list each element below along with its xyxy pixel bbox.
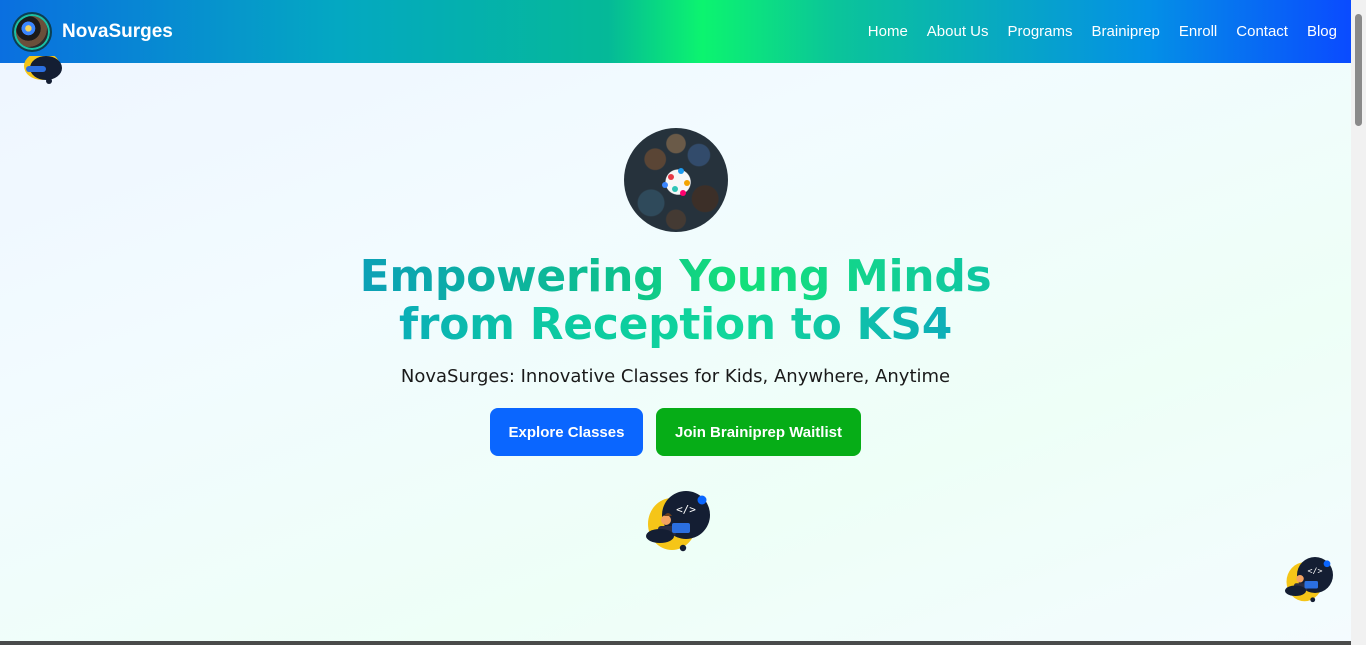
nav-link-brainiprep[interactable]: Brainiprep <box>1092 23 1160 40</box>
nav-link-home[interactable]: Home <box>868 23 908 40</box>
hero-section: Empowering Young Minds from Reception to… <box>0 63 1351 645</box>
coder-illustration-icon: </> <box>642 490 714 560</box>
nav-link-contact[interactable]: Contact <box>1236 23 1288 40</box>
bottom-divider <box>0 641 1351 645</box>
join-brainiprep-waitlist-button[interactable]: Join Brainiprep Waitlist <box>656 408 861 456</box>
nav-link-enroll[interactable]: Enroll <box>1179 23 1217 40</box>
page-viewport: NovaSurges Home About Us Programs Braini… <box>0 0 1351 645</box>
code-glyph-small: </> <box>1308 566 1323 576</box>
floating-coder-icon[interactable]: </> <box>1282 556 1336 610</box>
scrollbar-thumb[interactable] <box>1355 14 1362 126</box>
brand[interactable]: NovaSurges <box>12 11 173 52</box>
code-glyph: </> <box>676 503 696 516</box>
brand-logo-icon[interactable] <box>12 11 52 52</box>
hero-title-line-2: from Reception to KS4 <box>0 301 1351 349</box>
nav-links: Home About Us Programs Brainiprep Enroll… <box>868 23 1337 40</box>
explore-classes-button[interactable]: Explore Classes <box>490 408 643 456</box>
nav-link-programs[interactable]: Programs <box>1008 23 1073 40</box>
hero-buttons: Explore Classes Join Brainiprep Waitlist <box>490 408 861 456</box>
nav-link-blog[interactable]: Blog <box>1307 23 1337 40</box>
nav-link-about-us[interactable]: About Us <box>927 23 989 40</box>
hero-title: Empowering Young Minds from Reception to… <box>0 253 1351 349</box>
hero-classroom-photo <box>624 128 728 232</box>
vertical-scrollbar[interactable] <box>1351 0 1366 645</box>
brand-name[interactable]: NovaSurges <box>62 21 173 43</box>
hero-title-line-1: Empowering Young Minds <box>0 253 1351 301</box>
navbar: NovaSurges Home About Us Programs Braini… <box>0 0 1351 63</box>
hero-subtitle: NovaSurges: Innovative Classes for Kids,… <box>400 366 951 387</box>
